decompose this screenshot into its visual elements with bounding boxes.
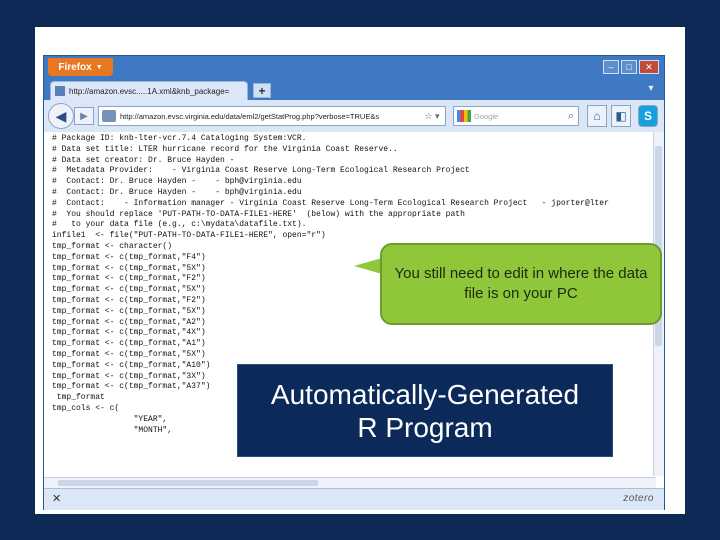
code-line: tmp_format <- c(tmp_format,"5X") xyxy=(52,349,206,359)
url-bar[interactable]: http://amazon.evsc.virginia.edu/data/eml… xyxy=(98,106,446,126)
code-line: tmp_format <- c(tmp_format,"4X") xyxy=(52,328,206,338)
caption-line-1: Automatically-Generated xyxy=(270,378,580,410)
new-tab-button[interactable]: + xyxy=(253,83,271,98)
plus-icon: + xyxy=(258,83,266,98)
callout-tail xyxy=(354,258,382,274)
search-icon[interactable]: ⌕ xyxy=(568,110,574,123)
search-placeholder: Google xyxy=(474,111,499,121)
firefox-button-label: Firefox xyxy=(58,61,92,73)
home-icon: ⌂ xyxy=(593,109,601,123)
minimize-button[interactable]: – xyxy=(603,60,619,74)
code-line: tmp_format <- c(tmp_format,"A1") xyxy=(52,339,206,349)
addon-button[interactable]: ◧ xyxy=(611,105,631,127)
google-icon xyxy=(457,110,471,122)
search-bar[interactable]: Google ⌕ xyxy=(453,106,579,126)
page-icon xyxy=(55,86,65,96)
caption-box: Automatically-Generated R Program xyxy=(237,364,613,457)
firefox-menu-button[interactable]: Firefox ▼ xyxy=(48,58,113,76)
code-line: # to your data file (e.g., c:\mydata\dat… xyxy=(52,220,307,230)
title-bar: Firefox ▼ – □ ✕ xyxy=(44,56,664,78)
maximize-button[interactable]: □ xyxy=(621,60,637,74)
skype-button[interactable]: S xyxy=(638,105,658,127)
close-window-button[interactable]: ✕ xyxy=(639,60,659,74)
url-dropdown-icon[interactable]: ☆ ▾ xyxy=(419,111,445,122)
forward-button[interactable]: ▶ xyxy=(74,107,94,125)
dropdown-arrow-icon: ▼ xyxy=(95,63,103,71)
tab-label: http://amazon.evsc.....1A.xml&knb_packag… xyxy=(69,86,230,96)
back-button[interactable]: ◀ xyxy=(48,103,74,129)
status-bar: ✕ zotero xyxy=(44,488,664,510)
horizontal-scroll-thumb[interactable] xyxy=(58,480,318,486)
code-line: # Metadata Provider: - Virginia Coast Re… xyxy=(52,166,470,176)
home-button[interactable]: ⌂ xyxy=(587,105,607,127)
tab-bar: http://amazon.evsc.....1A.xml&knb_packag… xyxy=(44,78,664,100)
tab-active[interactable]: http://amazon.evsc.....1A.xml&knb_packag… xyxy=(50,81,248,100)
code-line: # Data set title: LTER hurricane record … xyxy=(52,144,398,154)
navigation-toolbar: ◀ ▶ http://amazon.evsc.virginia.edu/data… xyxy=(44,100,664,133)
code-line: # Contact: - Information manager - Virgi… xyxy=(52,198,609,208)
code-line: infile1 <- file("PUT-PATH-TO-DATA-FILE1-… xyxy=(52,231,326,241)
code-line: # Data set creator: Dr. Bruce Hayden - xyxy=(52,155,235,165)
callout-text: You still need to edit in where the data… xyxy=(394,265,648,302)
code-line: # Package ID: knb-lter-vcr.7.4 Catalogin… xyxy=(52,134,307,143)
url-text: http://amazon.evsc.virginia.edu/data/eml… xyxy=(120,111,380,121)
caption-line-2: R Program xyxy=(357,411,493,443)
addon-icon: ◧ xyxy=(615,109,627,123)
callout-bubble: You still need to edit in where the data… xyxy=(380,243,662,325)
site-identity-icon xyxy=(102,110,116,122)
code-line: # Contact: Dr. Bruce Hayden - - bph@virg… xyxy=(52,177,302,187)
skype-icon: S xyxy=(643,109,652,123)
zotero-label[interactable]: zotero xyxy=(623,493,654,504)
code-line: # You should replace 'PUT-PATH-TO-DATA-F… xyxy=(52,209,465,219)
window-controls: – □ ✕ xyxy=(603,60,659,74)
back-arrow-icon: ◀ xyxy=(55,107,67,124)
code-line: # Contact: Dr. Bruce Hayden - - bph@virg… xyxy=(52,187,302,197)
close-icon[interactable]: ✕ xyxy=(52,492,61,505)
forward-arrow-icon: ▶ xyxy=(80,110,88,122)
horizontal-scrollbar[interactable] xyxy=(44,477,656,488)
list-all-tabs-icon[interactable]: ▾ xyxy=(644,83,658,97)
